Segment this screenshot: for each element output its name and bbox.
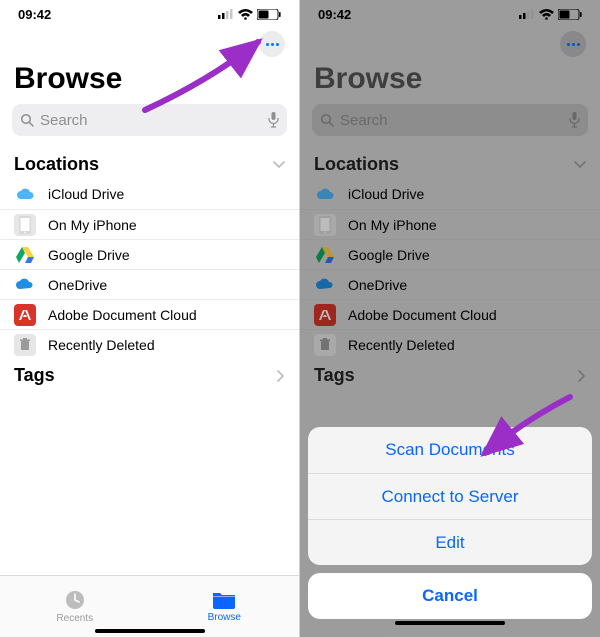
more-button[interactable] bbox=[259, 31, 285, 57]
home-indicator[interactable] bbox=[395, 621, 505, 625]
action-label: Cancel bbox=[422, 586, 478, 606]
chevron-down-icon bbox=[574, 161, 586, 169]
ellipsis-icon bbox=[266, 43, 279, 46]
location-row-icloud[interactable]: iCloud Drive bbox=[300, 179, 600, 209]
location-label: Adobe Document Cloud bbox=[348, 307, 586, 323]
location-label: Google Drive bbox=[48, 247, 285, 263]
status-time: 09:42 bbox=[18, 7, 51, 22]
clock-icon bbox=[64, 589, 86, 611]
location-row-icloud[interactable]: iCloud Drive bbox=[0, 179, 299, 209]
action-label: Edit bbox=[435, 533, 464, 553]
location-row-on-my-iphone[interactable]: On My iPhone bbox=[0, 209, 299, 239]
locations-header[interactable]: Locations bbox=[300, 148, 600, 179]
search-placeholder: Search bbox=[40, 112, 268, 129]
location-label: On My iPhone bbox=[48, 217, 285, 233]
tags-label: Tags bbox=[314, 365, 355, 386]
location-label: Adobe Document Cloud bbox=[48, 307, 285, 323]
location-label: iCloud Drive bbox=[48, 186, 285, 202]
status-indicators bbox=[218, 9, 281, 20]
page-title: Browse bbox=[0, 60, 299, 104]
phone-screen-right: 09:42 Browse Search Locations bbox=[300, 0, 600, 637]
nav-bar bbox=[0, 28, 299, 60]
tab-label: Recents bbox=[56, 613, 93, 624]
tags-header[interactable]: Tags bbox=[0, 359, 299, 390]
home-indicator[interactable] bbox=[95, 629, 205, 633]
search-placeholder: Search bbox=[340, 112, 569, 129]
phone-screen-left: 09:42 Browse Search Locations bbox=[0, 0, 300, 637]
status-time: 09:42 bbox=[318, 7, 351, 22]
action-label: Scan Documents bbox=[385, 440, 514, 460]
location-row-onedrive[interactable]: OneDrive bbox=[300, 269, 600, 299]
location-label: iCloud Drive bbox=[348, 186, 586, 202]
location-row-recently-deleted[interactable]: Recently Deleted bbox=[0, 329, 299, 359]
cellular-icon bbox=[519, 9, 535, 19]
location-row-google-drive[interactable]: Google Drive bbox=[0, 239, 299, 269]
action-edit[interactable]: Edit bbox=[308, 519, 592, 565]
status-indicators bbox=[519, 9, 582, 20]
locations-list: iCloud Drive On My iPhone Google Drive O… bbox=[300, 179, 600, 359]
onedrive-icon bbox=[14, 274, 36, 296]
action-label: Connect to Server bbox=[381, 487, 518, 507]
wifi-icon bbox=[238, 9, 253, 20]
more-button[interactable] bbox=[560, 31, 586, 57]
search-icon bbox=[320, 113, 334, 127]
battery-icon bbox=[558, 9, 582, 20]
location-label: On My iPhone bbox=[348, 217, 586, 233]
adobe-icon bbox=[314, 304, 336, 326]
chevron-right-icon bbox=[277, 370, 285, 382]
search-icon bbox=[20, 113, 34, 127]
google-drive-icon bbox=[14, 244, 36, 266]
iphone-icon bbox=[314, 214, 336, 236]
location-row-adobe[interactable]: Adobe Document Cloud bbox=[300, 299, 600, 329]
tab-recents[interactable]: Recents bbox=[0, 576, 150, 637]
location-label: Google Drive bbox=[348, 247, 586, 263]
locations-header[interactable]: Locations bbox=[0, 148, 299, 179]
cloud-icon bbox=[14, 183, 36, 205]
wifi-icon bbox=[539, 9, 554, 20]
locations-list: iCloud Drive On My iPhone Google Drive O… bbox=[0, 179, 299, 359]
location-label: OneDrive bbox=[48, 277, 285, 293]
tags-label: Tags bbox=[14, 365, 55, 386]
iphone-icon bbox=[14, 214, 36, 236]
google-drive-icon bbox=[314, 244, 336, 266]
action-sheet: Scan Documents Connect to Server Edit Ca… bbox=[300, 419, 600, 637]
search-input[interactable]: Search bbox=[312, 104, 588, 136]
location-label: OneDrive bbox=[348, 277, 586, 293]
cellular-icon bbox=[218, 9, 234, 19]
search-input[interactable]: Search bbox=[12, 104, 287, 136]
trash-icon bbox=[14, 334, 36, 356]
action-connect-to-server[interactable]: Connect to Server bbox=[308, 473, 592, 519]
battery-icon bbox=[257, 9, 281, 20]
adobe-icon bbox=[14, 304, 36, 326]
tab-label: Browse bbox=[208, 612, 241, 623]
location-row-on-my-iphone[interactable]: On My iPhone bbox=[300, 209, 600, 239]
location-row-recently-deleted[interactable]: Recently Deleted bbox=[300, 329, 600, 359]
tab-bar: Recents Browse bbox=[0, 575, 299, 637]
status-bar: 09:42 bbox=[300, 0, 600, 28]
locations-label: Locations bbox=[314, 154, 399, 175]
tab-browse[interactable]: Browse bbox=[150, 576, 300, 637]
onedrive-icon bbox=[314, 274, 336, 296]
trash-icon bbox=[314, 334, 336, 356]
chevron-down-icon bbox=[273, 161, 285, 169]
page-title: Browse bbox=[300, 60, 600, 104]
location-row-google-drive[interactable]: Google Drive bbox=[300, 239, 600, 269]
status-bar: 09:42 bbox=[0, 0, 299, 28]
ellipsis-icon bbox=[567, 43, 580, 46]
location-label: Recently Deleted bbox=[348, 337, 586, 353]
nav-bar bbox=[300, 28, 600, 60]
action-scan-documents[interactable]: Scan Documents bbox=[308, 427, 592, 473]
microphone-icon[interactable] bbox=[268, 112, 279, 128]
microphone-icon[interactable] bbox=[569, 112, 580, 128]
location-row-onedrive[interactable]: OneDrive bbox=[0, 269, 299, 299]
location-label: Recently Deleted bbox=[48, 337, 285, 353]
cloud-icon bbox=[314, 183, 336, 205]
location-row-adobe[interactable]: Adobe Document Cloud bbox=[0, 299, 299, 329]
folder-icon bbox=[212, 590, 236, 610]
chevron-right-icon bbox=[578, 370, 586, 382]
tags-header[interactable]: Tags bbox=[300, 359, 600, 390]
locations-label: Locations bbox=[14, 154, 99, 175]
action-cancel[interactable]: Cancel bbox=[308, 573, 592, 619]
